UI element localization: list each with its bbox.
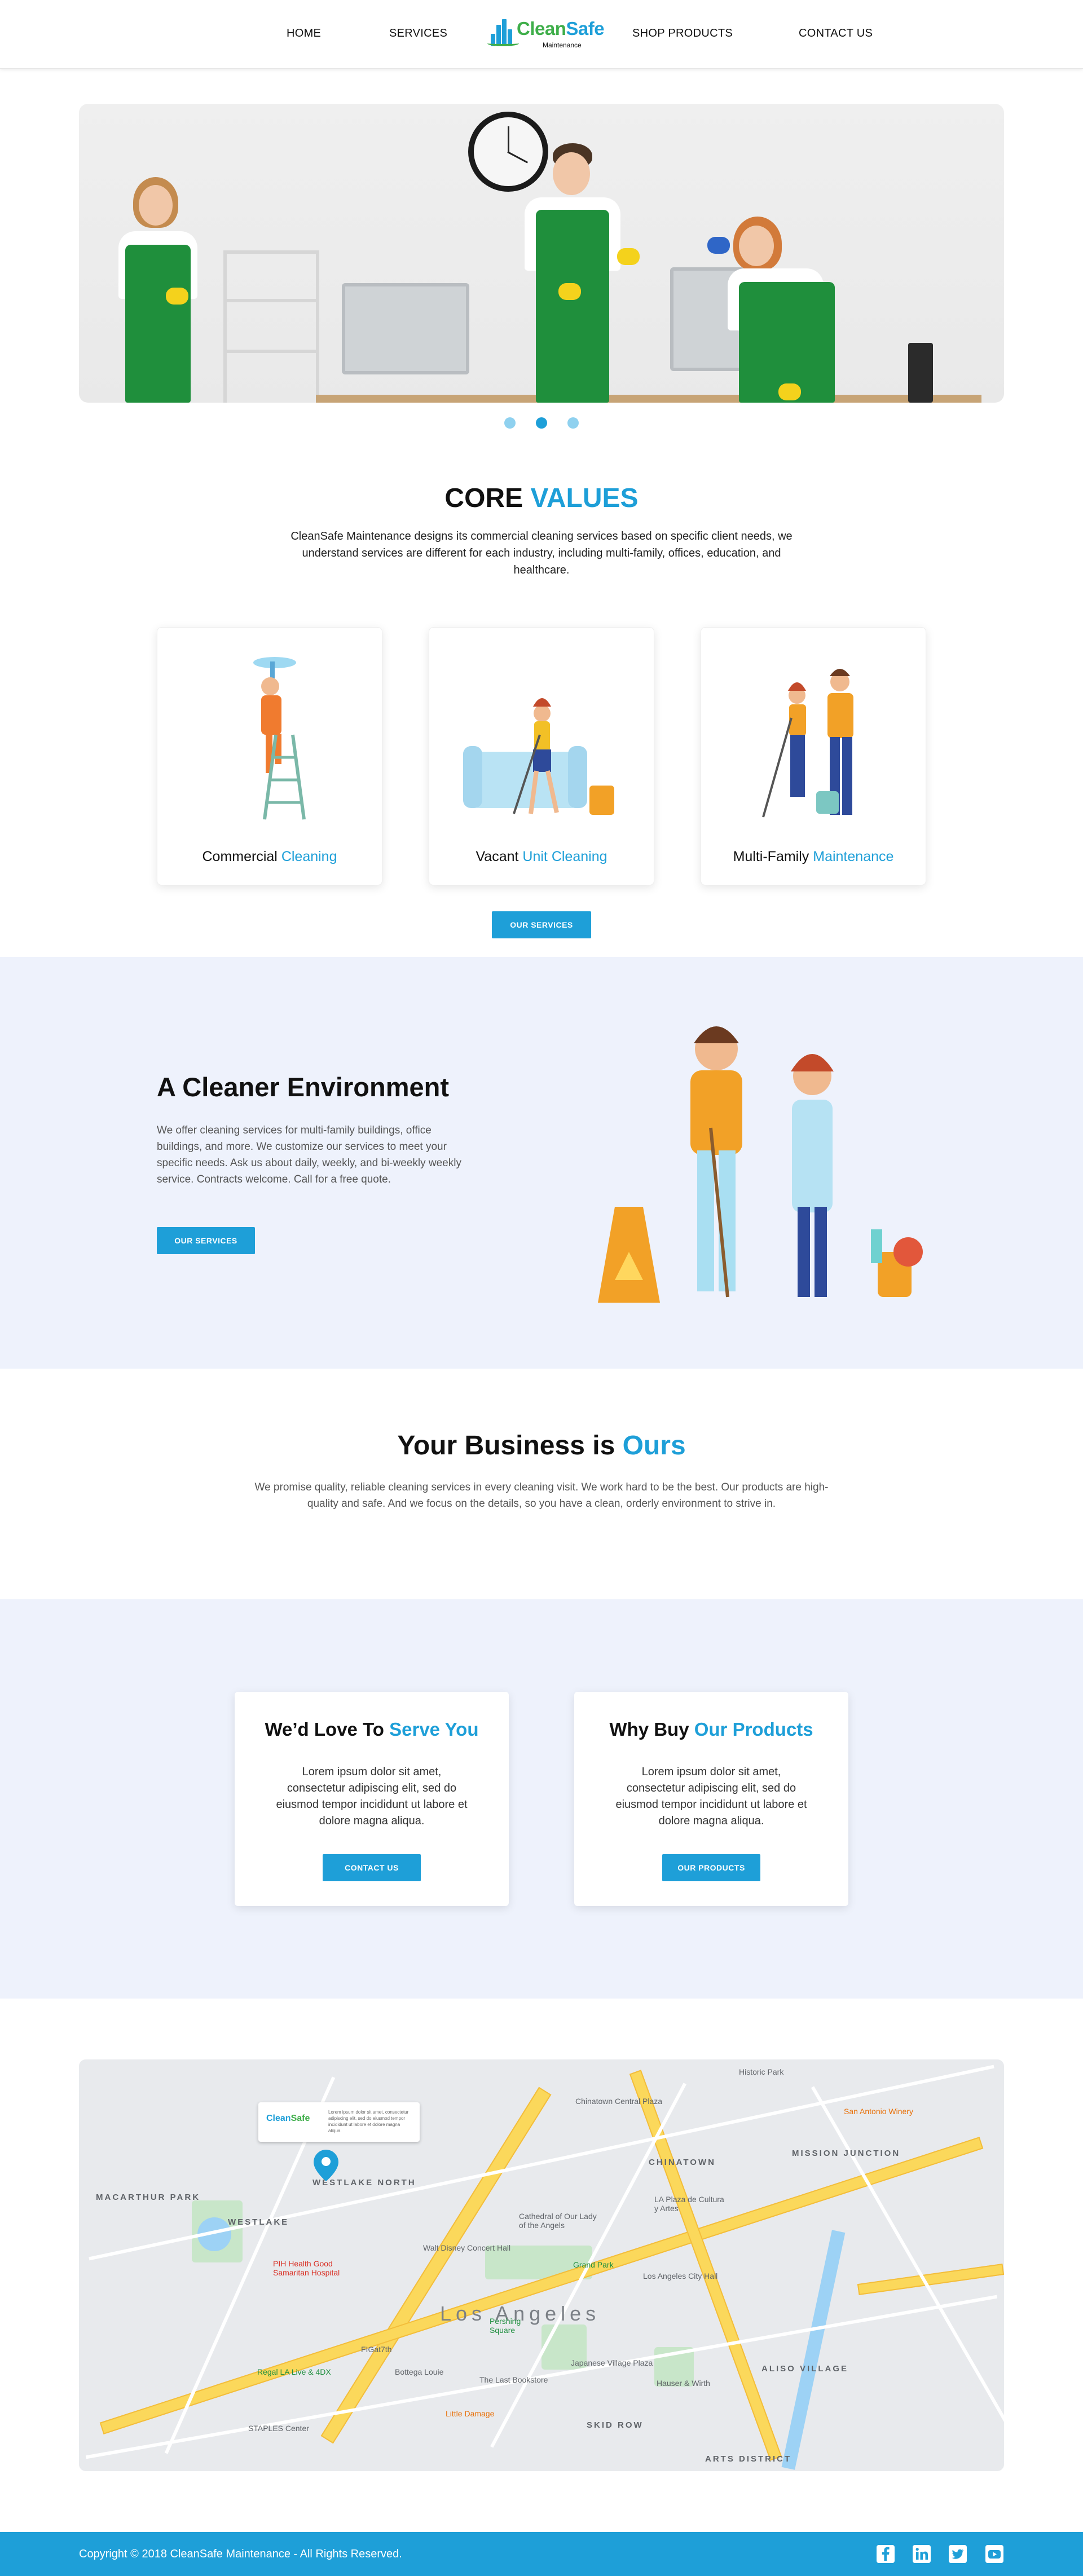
nav-shop-products-link[interactable]: SHOP PRODUCTS [632, 27, 733, 40]
core-values-text: CleanSafe Maintenance designs its commer… [290, 530, 793, 576]
location-map[interactable]: MACARTHUR PARK WESTLAKE WESTLAKE NORTH C… [79, 2059, 1004, 2471]
business-text: We promise quality, reliable cleaning se… [254, 1481, 829, 1510]
service-card-title: Vacant Unit Cleaning [476, 849, 607, 864]
facebook-icon[interactable] [876, 2544, 895, 2564]
cleaning-team-illustration [762, 669, 853, 818]
shelf [223, 250, 319, 403]
buy-products-text: Lorem ipsum dolor sit amet, consectetur … [615, 1766, 807, 1827]
business-heading: Your Business is Ours [397, 1431, 686, 1461]
ladder-cleaner-illustration [253, 657, 306, 820]
youtube-icon[interactable] [985, 2544, 1004, 2564]
service-card-vacant-unit[interactable]: Vacant Unit Cleaning [429, 627, 654, 885]
twitter-icon[interactable] [948, 2544, 967, 2564]
map-info-window[interactable]: CleanSafe Lorem ipsum dolor sit amet, co… [258, 2102, 420, 2142]
serve-you-heading: We’d Love To Serve You [265, 1719, 479, 1740]
our-products-button[interactable]: OUR PRODUCTS [662, 1854, 760, 1881]
computer-monitor [342, 283, 469, 374]
serve-you-text: Lorem ipsum dolor sit amet, consectetur … [276, 1766, 468, 1827]
our-services-button[interactable]: OUR SERVICES [492, 911, 591, 938]
cleaner-man-center [508, 143, 640, 403]
map-info-logo: CleanSafe [266, 2114, 310, 2123]
service-card-title: Multi-Family Maintenance [733, 849, 894, 864]
vacuum-cleaner-illustration [463, 698, 614, 815]
contact-us-button[interactable]: CONTACT US [323, 1854, 421, 1881]
slider-dot-1[interactable] [504, 417, 516, 429]
speaker [908, 343, 933, 403]
cleaning-crew-illustration [598, 1026, 923, 1303]
service-card-multi-family[interactable]: Multi-Family Maintenance [701, 627, 926, 885]
cta-section [0, 1599, 1083, 1999]
serve-you-card: We’d Love To Serve You Lorem ipsum dolor… [235, 1692, 509, 1906]
slider-dot-3[interactable] [567, 417, 579, 429]
slider-dots [502, 416, 581, 430]
buy-products-card: Why Buy Our Products Lorem ipsum dolor s… [574, 1692, 848, 1906]
desk [316, 395, 981, 403]
our-services-button-2[interactable]: OUR SERVICES [157, 1227, 255, 1254]
cleaner-woman-left [96, 177, 220, 403]
site-logo[interactable]: CleanSafe Maintenance [487, 15, 605, 51]
logo-wordmark: CleanSafe [517, 18, 605, 39]
logo-tagline: Maintenance [543, 41, 582, 49]
top-navigation: HOME SERVICES CleanSafe Maintenance SHOP… [0, 0, 1083, 69]
buy-products-heading: Why Buy Our Products [609, 1719, 813, 1740]
logo-swoosh [487, 41, 519, 46]
hero-slider-image [79, 104, 1004, 403]
nav-home-link[interactable]: HOME [287, 27, 321, 40]
service-card-commercial[interactable]: Commercial Cleaning [157, 627, 382, 885]
service-card-title: Commercial Cleaning [202, 849, 337, 864]
slider-dot-2[interactable] [536, 417, 547, 429]
map-location-pin-icon[interactable] [314, 2150, 338, 2181]
nav-services-link[interactable]: SERVICES [389, 27, 447, 40]
nav-contact-link[interactable]: CONTACT US [799, 27, 873, 40]
core-values-heading: CORE VALUES [444, 483, 639, 513]
copyright-text: Copyright © 2018 CleanSafe Maintenance -… [79, 2548, 402, 2560]
cleaner-environment-heading: A Cleaner Environment [157, 1072, 449, 1102]
cleaner-woman-right [707, 217, 852, 403]
site-footer: Copyright © 2018 CleanSafe Maintenance -… [0, 2532, 1083, 2576]
map-info-text: Lorem ipsum dolor sit amet, consectetur … [328, 2110, 409, 2133]
cleaner-environment-text: We offer cleaning services for multi-fam… [157, 1124, 462, 1185]
linkedin-icon[interactable] [912, 2544, 931, 2564]
